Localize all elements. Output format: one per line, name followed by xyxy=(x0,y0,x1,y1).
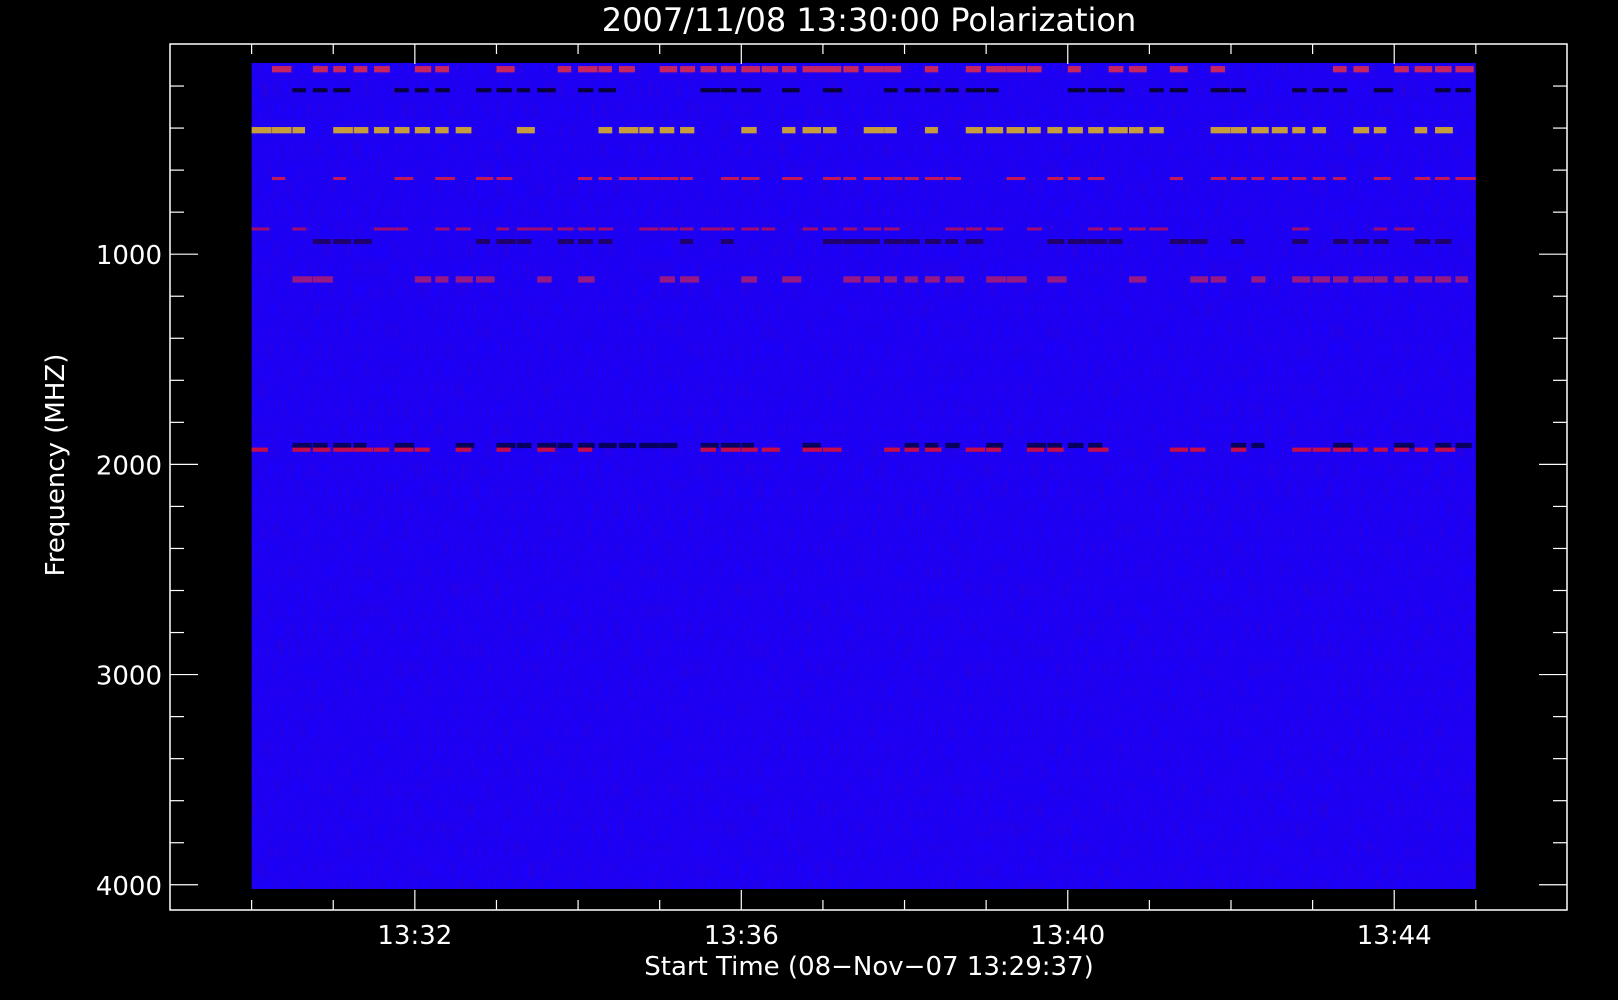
heatmap-band-8 xyxy=(1047,447,1064,452)
heatmap-band-7 xyxy=(394,442,415,449)
heatmap-band-7 xyxy=(333,442,352,449)
plot-area xyxy=(251,62,1476,889)
heatmap-band-8 xyxy=(292,447,311,452)
heatmap-band-7 xyxy=(741,442,755,449)
heatmap-band-8 xyxy=(455,447,472,452)
y-tick-label: 4000 xyxy=(96,872,162,902)
heatmap-band-8 xyxy=(1292,447,1312,452)
heatmap-band-8 xyxy=(822,447,842,452)
heatmap-band-8 xyxy=(1414,447,1429,452)
x-tick-label: 13:36 xyxy=(704,921,779,951)
heatmap-band-8 xyxy=(353,447,374,452)
heatmap-band-7 xyxy=(516,442,532,449)
heatmap-band-8 xyxy=(1373,447,1388,452)
heatmap-band-8 xyxy=(251,447,268,452)
heatmap-band-8 xyxy=(741,447,758,452)
chart-title: 2007/11/08 13:30:00 Polarization xyxy=(602,1,1136,39)
heatmap-band-8 xyxy=(496,447,511,452)
heatmap-band-8 xyxy=(720,447,741,452)
x-tick-label: 13:32 xyxy=(377,921,452,951)
heatmap-band-8 xyxy=(1026,447,1045,452)
heatmap-band-7 xyxy=(353,442,367,449)
heatmap-band-8 xyxy=(1088,447,1109,452)
heatmap-band-7 xyxy=(1088,442,1103,449)
heatmap-band-8 xyxy=(1230,447,1247,452)
heatmap-band-8 xyxy=(761,447,780,452)
heatmap-speckle xyxy=(251,62,1476,297)
x-tick-labels: 13:32 13:36 13:40 13:44 xyxy=(377,921,1431,951)
heatmap-band-7 xyxy=(945,442,960,449)
heatmap-band-8 xyxy=(1333,447,1352,452)
x-tick-label: 13:44 xyxy=(1357,921,1432,951)
heatmap-band-8 xyxy=(414,447,430,452)
heatmap-band-7 xyxy=(986,442,1004,449)
heatmap-band-7 xyxy=(1394,442,1415,449)
heatmap-band-7 xyxy=(1435,442,1452,449)
heatmap-band-7 xyxy=(1230,442,1247,449)
heatmap-band-8 xyxy=(802,447,823,452)
heatmap-band-7 xyxy=(598,442,617,449)
y-tick-labels: 1000 2000 3000 4000 xyxy=(96,241,162,902)
heatmap-band-7 xyxy=(496,442,516,449)
heatmap-band-7 xyxy=(802,442,821,449)
heatmap-band-8 xyxy=(1169,447,1189,452)
spectrogram-chart: 2007/11/08 13:30:00 Polarization 13:32 13… xyxy=(41,1,1568,982)
y-tick-label: 2000 xyxy=(96,451,162,481)
heatmap-band-8 xyxy=(374,447,390,452)
y-axis-label: Frequency (MHZ) xyxy=(41,354,71,577)
x-tick-label: 13:40 xyxy=(1030,921,1105,951)
heatmap-band-8 xyxy=(986,447,1002,452)
heatmap-band-7 xyxy=(537,442,557,449)
heatmap-band-7 xyxy=(904,442,919,449)
heatmap-band-7 xyxy=(1067,442,1084,449)
heatmap-band-7 xyxy=(1455,442,1472,449)
heatmap-band-7 xyxy=(578,442,595,449)
heatmap-band-8 xyxy=(965,447,986,452)
x-axis-label: Start Time (08−Nov−07 13:29:37) xyxy=(644,952,1093,982)
heatmap-band-7 xyxy=(1026,442,1047,449)
heatmap-band-8 xyxy=(394,447,414,452)
heatmap-band-7 xyxy=(312,442,328,449)
heatmap-band-8 xyxy=(1312,447,1331,452)
heatmap-band-7 xyxy=(618,442,636,449)
heatmap-band-8 xyxy=(904,447,920,452)
heatmap-band-8 xyxy=(578,447,593,452)
heatmap-band-8 xyxy=(312,447,331,452)
heatmap-band-7 xyxy=(292,442,312,449)
heatmap-band-7 xyxy=(455,442,475,449)
heatmap-band-8 xyxy=(1190,447,1206,452)
heatmap-band-7 xyxy=(924,442,939,449)
heatmap-band-8 xyxy=(924,447,942,452)
heatmap-band-8 xyxy=(1435,447,1456,452)
heatmap-band-7 xyxy=(639,442,660,449)
heatmap-band-7 xyxy=(720,442,741,449)
heatmap-band-7 xyxy=(659,442,678,449)
y-tick-label: 1000 xyxy=(96,241,162,271)
heatmap-band-7 xyxy=(700,442,719,449)
heatmap-band-7 xyxy=(1333,442,1353,449)
y-tick-label: 3000 xyxy=(96,662,162,692)
heatmap-band-7 xyxy=(557,442,573,449)
heatmap-band-8 xyxy=(537,447,556,452)
heatmap-band-8 xyxy=(884,447,901,452)
heatmap-band-7 xyxy=(1047,442,1062,449)
heatmap-band-7 xyxy=(1251,442,1265,449)
heatmap-band-8 xyxy=(700,447,716,452)
heatmap-band-8 xyxy=(1394,447,1409,452)
heatmap-band-8 xyxy=(1353,447,1368,452)
heatmap-band-8 xyxy=(333,447,354,452)
